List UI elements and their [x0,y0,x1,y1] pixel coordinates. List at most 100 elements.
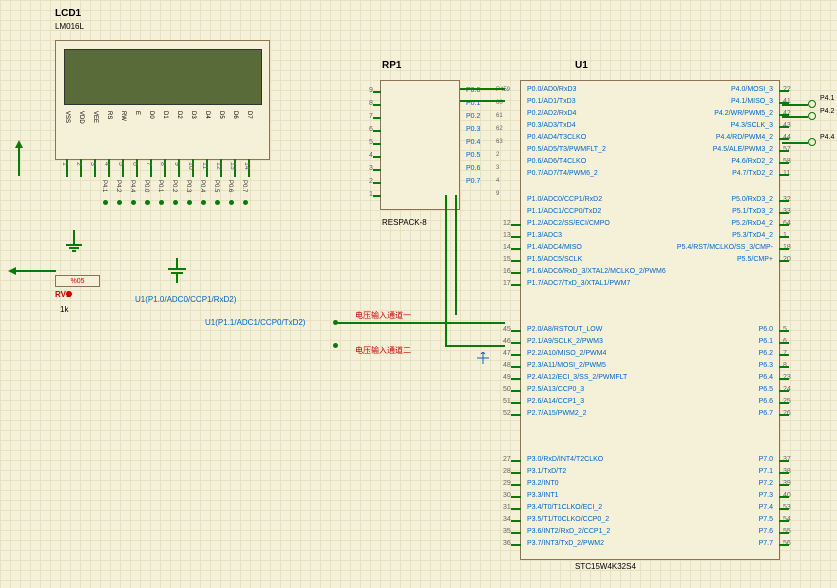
u1-pin-right: P5.4/RST/MCLKO/SS_3/CMP- [677,244,773,251]
u1-pin-right: P7.2 [759,480,773,487]
rp1-rpin: 63 [496,139,503,145]
u1-lwire [511,484,521,486]
u1-pin-left: P2.4/A12/ECI_3/SS_2/PWMFLT [527,374,627,381]
u1-pin-right: P6.3 [759,362,773,369]
rp1-part: RESPACK-8 [382,218,427,227]
u1-lwire [511,366,521,368]
u1-rwire [779,390,789,392]
rp1-pin-wire [373,104,381,106]
lcd-pin-label: VDD [78,111,84,124]
lcd-net-dot [131,200,136,205]
lcd-pin-num: 12 [215,162,222,170]
u1-pin-left: P2.6/A14/CCP1_3 [527,398,584,405]
u1-pin-right: P7.6 [759,528,773,535]
u1-pin-lnum: 52 [503,410,511,417]
u1-rwire [779,544,789,546]
lcd-net-dot [201,200,206,205]
u1-pin-left: P3.3/INT1 [527,492,559,499]
lcd-component[interactable]: VSS VDD VEE RS RW E D0 D1 D2 D3 D4 D5 D6… [55,40,270,160]
wire-bus-v2 [455,195,457,315]
u1-pin-left: P0.3/AD3/TxD4 [527,122,576,129]
u1-pin-left: P1.3/ADC3 [527,232,562,239]
rp1-ref: RP1 [382,60,401,71]
rp1-net: P0.5 [466,152,480,159]
u1-pin-left: P1.0/ADC0/CCP1/RxD2 [527,196,602,203]
u1-lwire [511,414,521,416]
term-p42[interactable] [808,112,816,120]
u1-pin-left: P3.4/T0/T1CLKO/ECI_2 [527,504,602,511]
term-p41-lbl: P4.1 [820,95,834,102]
u1-rwire [779,162,789,164]
lcd-pin-num: 9 [173,162,180,166]
u1-rwire [779,200,789,202]
u1-rwire [779,460,789,462]
rp1-rpin: 62 [496,126,503,132]
rp1-rpin: 4 [496,178,499,184]
wire-p44-out [782,142,808,144]
u1-pin-right: P4.5/ALE/PWM3_2 [713,146,773,153]
rv1-component[interactable]: %05 [55,275,100,287]
u1-pin-left: P2.5/A13/CCP0_3 [527,386,584,393]
u1-lwire [511,342,521,344]
u1-lwire [511,402,521,404]
u1-pin-left: P3.5/T1/T0CLKO/CCP0_2 [527,516,609,523]
term-p41[interactable] [808,100,816,108]
lcd-pin-label: D6 [232,111,238,119]
rp1-component[interactable]: 9 P0.0P4598 P0.1607 P0.2616 P0.3625 P0.4… [380,80,460,210]
u1-pin-right: P7.5 [759,516,773,523]
u1-component[interactable]: P0.0/AD0/RxD3P0.1/AD1/TxD3P0.2/AD2/RxD4P… [520,80,780,560]
u1-lwire [511,472,521,474]
term-arrow-1 [8,267,16,275]
wire-rp-u1-1 [460,88,505,90]
u1-lwire [511,354,521,356]
lcd-ref: LCD1 [55,8,81,19]
u1-rwire [779,212,789,214]
u1-pin-lnum: 12 [503,220,511,227]
lcd-pin-label: VEE [92,111,98,123]
u1-pin-lnum: 27 [503,456,511,463]
u1-pin-right: P6.1 [759,338,773,345]
u1-lwire [511,236,521,238]
u1-rwire [779,248,789,250]
u1-pin-right: P7.3 [759,492,773,499]
u1-pin-left: P0.6/AD6/T4CLKO [527,158,586,165]
u1-pin-left: P1.7/ADC7/TxD_3/XTAL1/PWM7 [527,280,630,287]
signal-2: U1(P1.1/ADC1/CCP0/TxD2) [205,318,305,327]
u1-lwire [511,224,521,226]
u1-pin-right: P5.2/RxD4_2 [731,220,773,227]
u1-lwire [511,378,521,380]
lcd-pin-label: VSS [64,111,70,123]
wire-p41-out [782,104,808,106]
term-p44[interactable] [808,138,816,146]
channel-2: 电压输入通道二 [355,345,411,356]
u1-pin-right: P6.4 [759,374,773,381]
u1-lwire [511,460,521,462]
rp1-pin-wire [373,156,381,158]
u1-pin-lnum: 49 [503,374,511,381]
u1-pin-left: P0.5/AD5/T3/PWMFLT_2 [527,146,606,153]
u1-lwire [511,272,521,274]
term-p42-lbl: P4.2 [820,108,834,115]
u1-pin-right: P5.1/TxD3_2 [732,208,773,215]
u1-rwire [779,236,789,238]
lcd-pin-num: 5 [117,162,124,166]
rv1-val: 1k [60,305,68,314]
u1-pin-right: P5.0/RxD3_2 [731,196,773,203]
rp1-rpin: 9 [496,191,499,197]
u1-lwire [511,532,521,534]
u1-pin-lnum: 46 [503,338,511,345]
lcd-net-dot [117,200,122,205]
u1-pin-lnum: 13 [503,232,511,239]
u1-ref: U1 [575,60,588,71]
u1-pin-right: P6.0 [759,326,773,333]
u1-pin-left: P1.4/ADC4/MISO [527,244,582,251]
rp1-pin-wire [373,169,381,171]
lcd-pin-num: 7 [145,162,152,166]
u1-pin-left: P3.2/INT0 [527,480,559,487]
wire-rv1-in [16,270,56,272]
lcd-net-dot [103,200,108,205]
wire-p42-out [782,116,808,118]
u1-lwire [511,330,521,332]
lcd-net: P0.0 [143,180,149,192]
rp1-rpin: 2 [496,152,499,158]
